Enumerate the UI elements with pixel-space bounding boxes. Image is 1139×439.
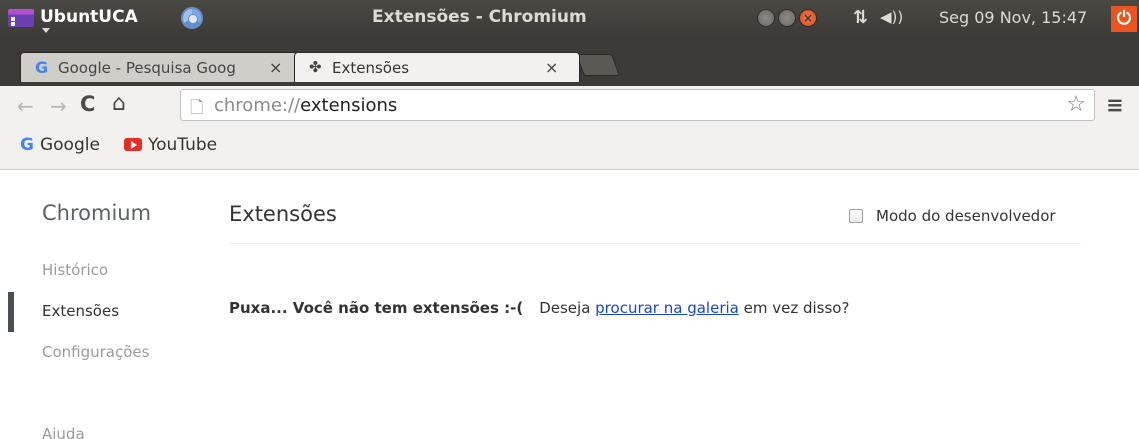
close-icon: × bbox=[802, 11, 814, 25]
url-host: extensions bbox=[300, 95, 398, 116]
close-tab-icon[interactable]: × bbox=[545, 58, 558, 77]
empty-message-strong: Puxa... Você não tem extensões :-( bbox=[229, 299, 524, 317]
empty-message: Puxa... Você não tem extensões :-( Deseja… bbox=[229, 299, 849, 317]
url-text[interactable]: chrome://extensions bbox=[214, 95, 397, 116]
forward-icon[interactable]: → bbox=[50, 94, 67, 118]
divider bbox=[229, 243, 1081, 244]
tab-strip: G Google - Pesquisa Goog × ✤ Extensões × bbox=[0, 36, 1139, 86]
tab-title: Google - Pesquisa Goog bbox=[58, 59, 236, 77]
toolbar: ← → C ⌂ 🗋 chrome://extensions ☆ ≡ bbox=[0, 86, 1139, 126]
sidebar-item-configuracoes[interactable]: Configurações bbox=[42, 343, 149, 361]
power-icon[interactable]: ⏻ bbox=[1111, 6, 1137, 32]
puzzle-icon: ✤ bbox=[309, 58, 322, 76]
sidebar-title: Chromium bbox=[42, 201, 152, 225]
active-indicator bbox=[8, 292, 14, 332]
google-icon: G bbox=[20, 135, 34, 155]
top-panel: UbuntUCA Extensões - Chromium × ⇅ ◀)) Se… bbox=[0, 0, 1139, 36]
tab-extensions[interactable]: ✤ Extensões × bbox=[294, 52, 580, 82]
new-tab-button[interactable] bbox=[575, 54, 621, 76]
address-bar[interactable]: 🗋 chrome://extensions ☆ bbox=[180, 89, 1095, 121]
page-title: Extensões bbox=[229, 202, 337, 226]
developer-mode-toggle[interactable]: Modo do desenvolvedor bbox=[849, 207, 1056, 225]
youtube-icon bbox=[124, 138, 142, 151]
gallery-link[interactable]: procurar na galeria bbox=[595, 299, 739, 317]
app-menu-icon[interactable] bbox=[8, 9, 34, 27]
volume-icon[interactable]: ◀)) bbox=[880, 8, 903, 26]
window-title: Extensões - Chromium bbox=[372, 7, 587, 27]
bookmarks-bar: G Google YouTube bbox=[0, 126, 1139, 170]
sidebar-item-ajuda[interactable]: Ajuda bbox=[42, 425, 85, 439]
sidebar-item-extensoes[interactable]: Extensões bbox=[42, 302, 119, 320]
sidebar-item-historico[interactable]: Histórico bbox=[42, 261, 108, 279]
network-icon[interactable]: ⇅ bbox=[853, 7, 868, 28]
home-icon[interactable]: ⌂ bbox=[112, 91, 126, 116]
minimize-button[interactable] bbox=[757, 9, 775, 27]
tab-title: Extensões bbox=[332, 59, 410, 77]
empty-message-suffix: em vez disso? bbox=[738, 299, 850, 317]
chromium-icon[interactable] bbox=[181, 7, 203, 29]
bookmark-label: YouTube bbox=[148, 135, 218, 155]
bookmark-google[interactable]: G Google bbox=[20, 135, 100, 155]
google-icon: G bbox=[35, 58, 49, 77]
tab-google[interactable]: G Google - Pesquisa Goog × bbox=[20, 52, 298, 82]
bookmark-label: Google bbox=[39, 135, 100, 155]
clock[interactable]: Seg 09 Nov, 15:47 bbox=[939, 8, 1087, 27]
empty-message-prefix: Deseja bbox=[539, 299, 596, 317]
bookmark-youtube[interactable]: YouTube bbox=[124, 135, 217, 155]
menu-icon[interactable]: ≡ bbox=[1106, 93, 1124, 117]
developer-mode-checkbox[interactable] bbox=[849, 209, 863, 223]
close-window-button[interactable]: × bbox=[799, 9, 817, 27]
back-icon[interactable]: ← bbox=[17, 94, 34, 118]
page-icon: 🗋 bbox=[190, 98, 204, 118]
reload-icon[interactable]: C bbox=[80, 92, 95, 116]
url-scheme: chrome:// bbox=[214, 95, 301, 116]
bookmark-star-icon[interactable]: ☆ bbox=[1066, 92, 1086, 117]
chevron-down-icon bbox=[42, 28, 50, 33]
close-tab-icon[interactable]: × bbox=[269, 58, 282, 77]
maximize-button[interactable] bbox=[778, 9, 796, 27]
developer-mode-label: Modo do desenvolvedor bbox=[876, 207, 1056, 225]
app-name[interactable]: UbuntUCA bbox=[40, 7, 138, 27]
page-content: Chromium Histórico Extensões Configuraçõ… bbox=[0, 171, 1139, 439]
